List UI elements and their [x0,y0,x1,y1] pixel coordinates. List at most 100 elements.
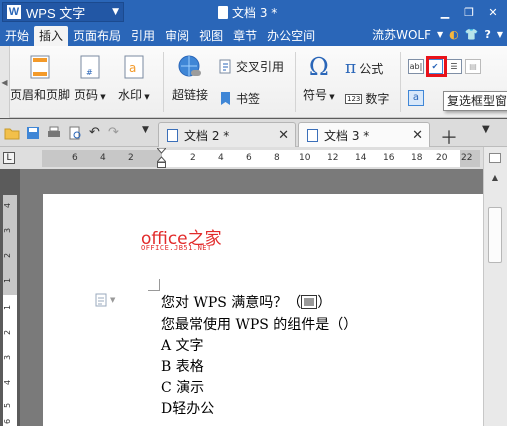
page-number-label: 页码 [74,88,99,102]
hyperlink-button[interactable]: 超链接 [172,54,208,103]
undo-icon[interactable]: ↶ [89,125,105,141]
ribbon-separator [400,52,401,112]
document-icon [167,128,178,142]
text-field-icon[interactable]: ab| [408,59,424,74]
maximize-button[interactable]: ❐ [458,0,480,24]
ruler-number: 20 [436,153,448,163]
paragraph-handle[interactable]: ▼ [95,293,119,307]
skin-icon[interactable]: ◐ [449,28,459,41]
bookmark-button[interactable]: 书签 [218,90,260,107]
ruler-number: 3 [3,227,13,234]
form-toggle-button[interactable]: a [408,90,424,106]
ruler-number: 6 [72,153,78,163]
menu-right-group: 流苏WOLF ▼ ◐ 👕 ? ▼ [372,26,503,43]
cross-reference-icon [218,59,233,74]
app-name: WPS 文字 [26,5,86,21]
header-footer-button[interactable]: 页眉和页脚 [10,54,70,103]
ruler-number: 4 [3,379,13,386]
help-icon[interactable]: ? [484,28,490,41]
scrollbar-thumb[interactable] [488,207,502,263]
omega-icon: Ω [308,53,329,81]
save-icon[interactable] [25,125,41,141]
bookmark-label: 书签 [236,92,261,106]
minimize-button[interactable]: ▁ [434,0,456,24]
ribbon-separator [163,52,164,112]
chevron-down-icon: ▼ [112,7,119,17]
chevron-down-icon: ▼ [110,296,116,304]
number-label: 数字 [365,92,390,106]
form-gray-icon[interactable]: ▤ [465,59,481,74]
horizontal-ruler[interactable]: 6 4 2 2 4 6 8 10 12 14 16 18 20 22 [42,150,480,167]
watermark-label: 水印 [118,88,143,102]
ribbon-scroll-left-button[interactable]: ◀ [0,46,10,118]
ruler-number: 5 [3,402,13,409]
symbol-button[interactable]: Ω 符号 ▼ [303,54,335,103]
ruler-number: 6 [3,418,13,425]
checkbox-tooltip: 复选框型窗 [443,91,507,111]
page-number-icon: # [77,54,103,80]
page-number-button[interactable]: # 页码 ▼ [74,54,106,103]
ruler-number: 6 [246,153,252,163]
ruler-number: 2 [190,153,196,163]
tab-stop-selector[interactable]: L [3,152,15,164]
scroll-up-icon[interactable]: ▲ [489,173,501,184]
hyperlink-label: 超链接 [172,88,209,102]
watermark-button[interactable]: a 水印 ▼ [118,54,150,103]
cross-reference-button[interactable]: 交叉引用 [218,58,284,75]
symbol-label: 符号 [303,88,328,102]
open-folder-icon[interactable] [4,125,20,141]
chevron-down-icon[interactable]: ▼ [437,30,443,39]
watermark-icon: a [121,54,147,80]
option-c: C 演示 [161,380,205,396]
menu-page-layout[interactable]: 页面布局 [68,26,126,46]
tab-label: 文档 3 * [324,128,370,143]
option-a: A 文字 [161,338,204,354]
svg-text:a: a [129,61,136,75]
formula-label: 公式 [359,61,384,76]
app-menu-button[interactable]: W WPS 文字 ▼ [2,2,124,22]
ruler-number: 4 [218,153,224,163]
menu-home[interactable]: 开始 [0,26,34,46]
chevron-down-icon[interactable]: ▼ [497,30,503,39]
checkbox-field[interactable] [301,295,318,309]
menu-references[interactable]: 引用 [126,26,160,46]
ruler-toggle-icon[interactable] [489,153,501,163]
ruler-number: 16 [383,153,395,163]
question-1: 您对 WPS 满意吗？（ ） [161,292,331,312]
menu-section[interactable]: 章节 [228,26,262,46]
menu-view[interactable]: 视图 [194,26,228,46]
ribbon-separator [295,52,296,112]
print-preview-icon[interactable] [67,125,83,141]
number-button[interactable]: 123 数字 [345,90,389,107]
ruler-number: 10 [299,153,311,163]
question-1-close: ） [317,295,332,311]
menu-bar: 开始 插入 页面布局 引用 审阅 视图 章节 办公空间 流苏WOLF ▼ ◐ 👕… [0,24,507,46]
vertical-ruler[interactable]: 4 3 2 1 1 2 3 4 5 6 [3,195,17,426]
close-tab-icon[interactable]: ✕ [278,128,289,143]
dropdown-field-icon[interactable]: ☰ [446,59,462,74]
redo-icon[interactable]: ↷ [108,125,124,141]
ruler-row: L 6 4 2 2 4 6 8 10 12 14 16 18 20 22 [0,147,507,169]
tab-list-button[interactable]: ▼ [482,124,490,135]
number-icon: 123 [345,93,363,104]
customize-toolbar-icon[interactable]: ▼ [142,125,158,141]
ruler-number: 22 [461,153,473,163]
user-name[interactable]: 流苏WOLF [372,26,431,43]
ruler-number: 1 [3,304,13,311]
wps-logo-icon: W [7,5,21,19]
print-icon[interactable] [46,125,62,141]
tab-document-2[interactable]: 文档 2 * ✕ [158,122,296,147]
indent-marker[interactable] [157,148,166,168]
menu-review[interactable]: 审阅 [160,26,194,46]
question-1-text: 您对 WPS 满意吗？（ [161,295,302,311]
shirt-icon[interactable]: 👕 [465,28,479,41]
option-d: D轻办公 [161,401,215,417]
close-button[interactable]: ✕ [482,0,504,24]
close-tab-icon[interactable]: ✕ [412,128,423,143]
formula-button[interactable]: π 公式 [345,58,383,78]
menu-office-space[interactable]: 办公空间 [262,26,320,46]
tab-document-3[interactable]: 文档 3 * ✕ [298,122,430,147]
vertical-scrollbar[interactable]: ▲ [483,147,507,426]
header-footer-label: 页眉和页脚 [10,88,71,102]
menu-insert[interactable]: 插入 [34,26,69,46]
